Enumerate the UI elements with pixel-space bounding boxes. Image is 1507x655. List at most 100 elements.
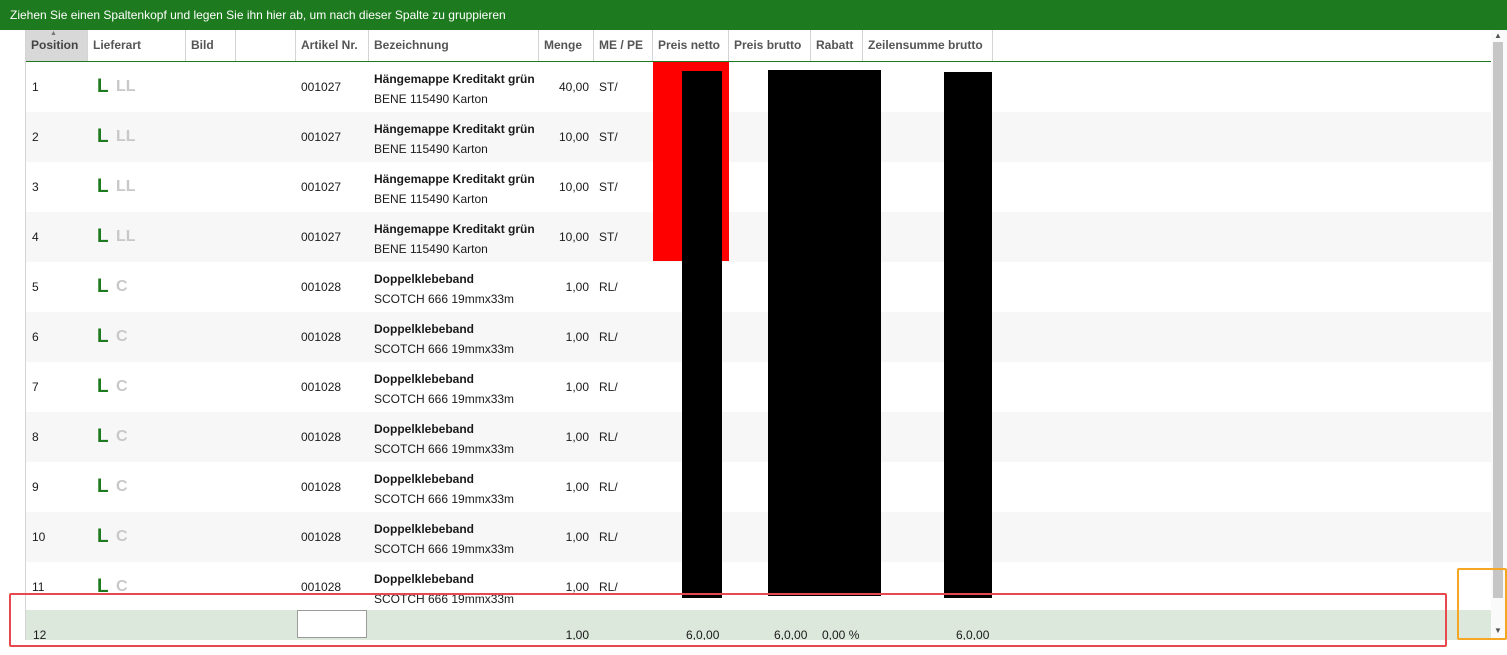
bezeichnung-subtitle: BENE 115490 Karton	[374, 92, 488, 106]
cell-artikel-nr: 001028	[301, 530, 342, 544]
cell-artikel-nr: 001028	[301, 330, 342, 344]
table-row[interactable]: 8 L C 001028 Doppelklebeband SCOTCH 666 19mmx…	[26, 412, 1492, 462]
redacted-preis-netto	[682, 71, 722, 598]
lieferart-main-icon: L	[97, 176, 109, 197]
bezeichnung-subtitle: BENE 115490 Karton	[374, 192, 488, 206]
cell-position: 10	[32, 530, 46, 544]
bezeichnung-title: Doppelklebeband	[374, 522, 475, 536]
table-row[interactable]: 2 L LL 001027 Hängemappe Kreditakt grün BENE …	[26, 112, 1492, 162]
cell-me-pe: RL/	[599, 480, 618, 494]
cell-artikel-nr: 001027	[301, 230, 342, 244]
scroll-up-arrow-icon[interactable]: ▲	[1494, 31, 1502, 40]
column-header-rabatt[interactable]: Rabatt	[811, 30, 863, 61]
table-row[interactable]: 7 L C 001028 Doppelklebeband SCOTCH 666 19mmx…	[26, 362, 1492, 412]
group-by-drop-area[interactable]: Ziehen Sie einen Spaltenkopf und legen S…	[0, 0, 1507, 30]
cell-bezeichnung: Hängemappe Kreditakt grün BENE 115490 Kar…	[374, 169, 535, 209]
lieferart-main-icon: L	[97, 126, 109, 147]
cell-artikel-nr: 001028	[301, 380, 342, 394]
lieferart-main-icon: L	[97, 76, 109, 97]
lieferart-sub-icon: LL	[116, 78, 136, 95]
table-row[interactable]: 1 L LL 001027 Hängemappe Kreditakt grün BENE …	[26, 62, 1492, 112]
cell-artikel-nr: 001027	[301, 80, 342, 94]
column-header-preis-brutto[interactable]: Preis brutto	[729, 30, 811, 61]
bezeichnung-subtitle: SCOTCH 666 19mmx33m	[374, 542, 515, 556]
table-row[interactable]: 10 L C 001028 Doppelklebeband SCOTCH 666 19mm…	[26, 512, 1492, 562]
lieferart-main-icon: L	[97, 326, 109, 347]
cell-bezeichnung: Hängemappe Kreditakt grün BENE 115490 Kar…	[374, 219, 535, 259]
cell-me-pe: ST/	[599, 180, 618, 194]
cell-bezeichnung: Doppelklebeband SCOTCH 666 19mmx33m	[374, 319, 514, 359]
lieferart-main-icon: L	[97, 526, 109, 547]
bezeichnung-title: Hängemappe Kreditakt grün	[374, 72, 535, 86]
cell-menge: 1,00	[565, 430, 589, 444]
lieferart-main-icon: L	[97, 376, 109, 397]
bezeichnung-subtitle: SCOTCH 666 19mmx33m	[374, 492, 515, 506]
column-header-position[interactable]: ▲ Position	[26, 30, 88, 61]
table-row[interactable]: 9 L C 001028 Doppelklebeband SCOTCH 666 19mmx…	[26, 462, 1492, 512]
bezeichnung-title: Doppelklebeband	[374, 472, 475, 486]
bezeichnung-subtitle: SCOTCH 666 19mmx33m	[374, 292, 515, 306]
lieferart-sub-icon: C	[116, 278, 128, 295]
cell-position: 6	[32, 330, 39, 344]
bezeichnung-title: Doppelklebeband	[374, 372, 475, 386]
cell-position: 5	[32, 280, 39, 294]
table-row[interactable]: 6 L C 001028 Doppelklebeband SCOTCH 666 19mmx…	[26, 312, 1492, 362]
lieferart-main-icon: L	[97, 426, 109, 447]
table-row[interactable]: 5 L C 001028 Doppelklebeband SCOTCH 666 19mmx…	[26, 262, 1492, 312]
column-header-zeilensumme-brutto[interactable]: Zeilensumme brutto	[863, 30, 993, 61]
lieferart-main-icon: L	[97, 476, 109, 497]
cell-position: 4	[32, 230, 39, 244]
column-header-bezeichnung[interactable]: Bezeichnung	[369, 30, 539, 61]
cell-me-pe: RL/	[599, 380, 618, 394]
cell-position: 8	[32, 430, 39, 444]
bezeichnung-title: Doppelklebeband	[374, 272, 475, 286]
cell-artikel-nr: 001028	[301, 280, 342, 294]
bezeichnung-title: Hängemappe Kreditakt grün	[374, 172, 535, 186]
cell-menge: 10,00	[558, 180, 589, 194]
cell-menge: 1,00	[565, 530, 589, 544]
cell-bezeichnung: Doppelklebeband SCOTCH 666 19mmx33m	[374, 369, 514, 409]
redacted-preis-brutto	[768, 70, 881, 596]
column-header-blank[interactable]	[236, 30, 296, 61]
cell-bezeichnung: Doppelklebeband SCOTCH 666 19mmx33m	[374, 269, 514, 309]
cell-me-pe: RL/	[599, 430, 618, 444]
column-header-lieferart[interactable]: Lieferart	[88, 30, 186, 61]
lieferart-sub-icon: LL	[116, 128, 136, 145]
scrollbar-thumb[interactable]	[1493, 42, 1503, 598]
lieferart-main-icon: L	[97, 276, 109, 297]
bezeichnung-title: Doppelklebeband	[374, 422, 475, 436]
cell-me-pe: RL/	[599, 530, 618, 544]
cell-bezeichnung: Hängemappe Kreditakt grün BENE 115490 Kar…	[374, 69, 535, 109]
column-header-label: Position	[31, 38, 79, 52]
annotation-highlight-new-row	[9, 593, 1447, 647]
cell-position: 7	[32, 380, 39, 394]
bezeichnung-subtitle: SCOTCH 666 19mmx33m	[374, 392, 515, 406]
redacted-zeilensumme	[944, 72, 992, 598]
cell-me-pe: RL/	[599, 330, 618, 344]
lieferart-sub-icon: C	[116, 378, 128, 395]
order-lines-grid: ▲ Position Lieferart Bild Artikel Nr. Be…	[25, 30, 1492, 640]
column-header-me-pe[interactable]: ME / PE	[594, 30, 653, 61]
cell-artikel-nr: 001028	[301, 480, 342, 494]
lieferart-sub-icon: C	[116, 428, 128, 445]
lieferart-main-icon: L	[97, 226, 109, 247]
cell-menge: 1,00	[565, 480, 589, 494]
table-row[interactable]: 3 L LL 001027 Hängemappe Kreditakt grün BENE …	[26, 162, 1492, 212]
cell-artikel-nr: 001027	[301, 130, 342, 144]
cell-me-pe: RL/	[599, 280, 618, 294]
cell-position: 1	[32, 80, 39, 94]
bezeichnung-subtitle: SCOTCH 666 19mmx33m	[374, 342, 515, 356]
cell-menge: 1,00	[565, 380, 589, 394]
column-header-artikel-nr[interactable]: Artikel Nr.	[296, 30, 369, 61]
lieferart-sub-icon: LL	[116, 228, 136, 245]
cell-position: 2	[32, 130, 39, 144]
column-header-preis-netto[interactable]: Preis netto	[653, 30, 729, 61]
cell-artikel-nr: 001027	[301, 180, 342, 194]
column-header-bild[interactable]: Bild	[186, 30, 236, 61]
cell-bezeichnung: Doppelklebeband SCOTCH 666 19mmx33m	[374, 519, 514, 559]
table-row[interactable]: 4 L LL 001027 Hängemappe Kreditakt grün BENE …	[26, 212, 1492, 262]
cell-bezeichnung: Doppelklebeband SCOTCH 666 19mmx33m	[374, 469, 514, 509]
bezeichnung-subtitle: SCOTCH 666 19mmx33m	[374, 442, 515, 456]
cell-me-pe: ST/	[599, 230, 618, 244]
column-header-menge[interactable]: Menge	[539, 30, 594, 61]
